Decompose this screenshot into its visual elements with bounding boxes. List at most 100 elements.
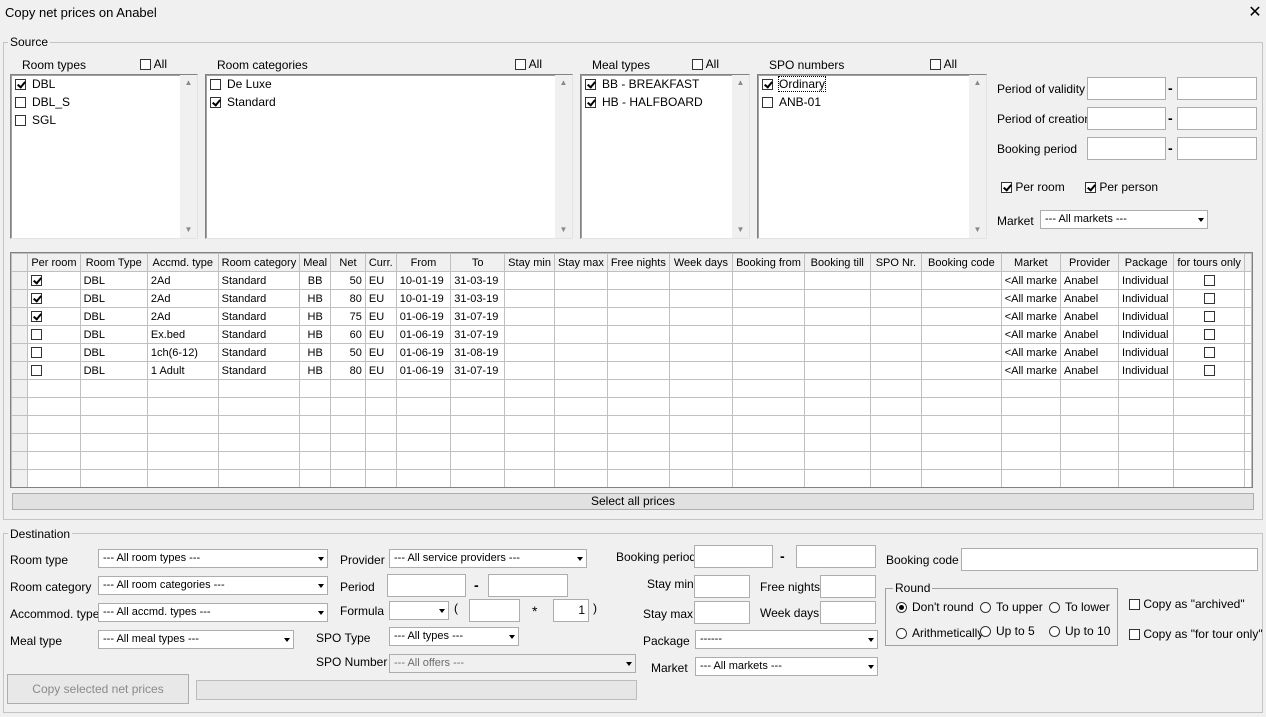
table-cell[interactable]: Individual <box>1118 307 1175 326</box>
table-cell[interactable] <box>606 307 670 326</box>
room-types-scrollbar[interactable]: ▲ ▼ <box>180 75 197 238</box>
table-cell[interactable]: BB <box>299 271 332 290</box>
table-cell[interactable]: Individual <box>1118 289 1175 308</box>
row-indicator[interactable] <box>11 379 29 398</box>
source.room_types-item[interactable]: SGL <box>11 111 197 129</box>
table-cell[interactable] <box>1059 397 1120 416</box>
free-nights-input[interactable] <box>820 575 876 598</box>
table-cell[interactable] <box>668 451 734 470</box>
table-cell[interactable] <box>146 415 219 434</box>
table-cell[interactable] <box>330 469 366 487</box>
dest-package-select[interactable]: ------ <box>695 630 878 649</box>
validity-to-input[interactable] <box>1177 77 1257 100</box>
table-cell[interactable] <box>1173 307 1245 326</box>
table-cell[interactable] <box>1173 433 1245 452</box>
table-cell[interactable] <box>732 433 805 452</box>
table-cell[interactable]: Standard <box>217 289 301 308</box>
table-cell[interactable]: DBL <box>79 289 148 308</box>
table-cell[interactable]: DBL <box>79 343 148 362</box>
table-cell[interactable]: DBL <box>79 325 148 344</box>
table-cell[interactable] <box>1244 433 1252 452</box>
table-cell[interactable] <box>330 397 366 416</box>
source.room_types-item[interactable]: DBL_S <box>11 93 197 111</box>
table-cell[interactable] <box>27 325 81 344</box>
table-cell[interactable] <box>299 379 332 398</box>
table-cell[interactable] <box>732 307 805 326</box>
table-cell[interactable] <box>921 379 1002 398</box>
column-header[interactable]: Market <box>1000 253 1061 272</box>
table-cell[interactable] <box>921 361 1002 380</box>
table-cell[interactable] <box>1173 415 1245 434</box>
table-cell[interactable] <box>504 343 555 362</box>
table-cell[interactable] <box>27 415 81 434</box>
table-cell[interactable]: HB <box>299 307 332 326</box>
table-cell[interactable]: Standard <box>217 325 301 344</box>
table-cell[interactable] <box>732 271 805 290</box>
table-cell[interactable]: <All marke <box>1000 361 1061 380</box>
column-header[interactable]: Curr. <box>364 253 397 272</box>
row-indicator[interactable] <box>11 415 29 434</box>
dest-accommod-type-select[interactable]: --- All accmd. types --- <box>98 603 328 622</box>
table-cell[interactable]: EU <box>364 361 397 380</box>
room-types-list[interactable]: DBL DBL_S SGL ▲ ▼ <box>10 74 198 239</box>
table-cell[interactable]: 10-01-19 <box>395 289 452 308</box>
select-all-prices-button[interactable]: Select all prices <box>12 493 1254 510</box>
table-cell[interactable] <box>450 433 506 452</box>
table-cell[interactable]: 80 <box>330 289 366 308</box>
round-arithmetically-radio[interactable]: Arithmetically <box>896 626 983 640</box>
table-cell[interactable]: 2Ad <box>146 289 219 308</box>
table-cell[interactable] <box>553 469 608 487</box>
table-cell[interactable] <box>504 271 555 290</box>
column-header[interactable]: SPO Nr. <box>869 253 923 272</box>
table-cell[interactable] <box>79 469 148 487</box>
table-cell[interactable] <box>553 307 608 326</box>
table-cell[interactable] <box>330 379 366 398</box>
table-cell[interactable] <box>553 451 608 470</box>
table-cell[interactable]: Anabel <box>1059 325 1120 344</box>
table-cell[interactable] <box>921 289 1002 308</box>
table-cell[interactable] <box>1118 379 1175 398</box>
table-cell[interactable] <box>330 415 366 434</box>
table-cell[interactable] <box>504 433 555 452</box>
table-cell[interactable] <box>217 469 301 487</box>
table-cell[interactable] <box>1173 271 1245 290</box>
table-cell[interactable] <box>395 415 452 434</box>
table-cell[interactable] <box>27 451 81 470</box>
row-indicator[interactable] <box>11 433 29 452</box>
table-cell[interactable]: 2Ad <box>146 271 219 290</box>
table-cell[interactable] <box>921 325 1002 344</box>
table-cell[interactable] <box>1244 397 1252 416</box>
table-cell[interactable] <box>921 271 1002 290</box>
table-cell[interactable] <box>606 415 670 434</box>
table-cell[interactable]: 01-06-19 <box>395 307 452 326</box>
table-cell[interactable]: <All marke <box>1000 325 1061 344</box>
table-cell[interactable] <box>921 469 1002 487</box>
table-cell[interactable] <box>869 451 923 470</box>
table-cell[interactable] <box>146 397 219 416</box>
table-cell[interactable]: Standard <box>217 307 301 326</box>
close-icon[interactable]: ✕ <box>1246 2 1264 22</box>
dest-period-from-input[interactable] <box>387 574 466 597</box>
cell-checkbox[interactable] <box>1203 275 1215 287</box>
table-cell[interactable]: <All marke <box>1000 343 1061 362</box>
table-cell[interactable]: 01-06-19 <box>395 343 452 362</box>
table-cell[interactable]: <All marke <box>1000 289 1061 308</box>
table-cell[interactable] <box>606 397 670 416</box>
column-header[interactable]: Meal <box>299 253 332 272</box>
cell-checkbox[interactable] <box>1203 365 1215 377</box>
table-cell[interactable]: 50 <box>330 343 366 362</box>
table-cell[interactable]: 31-07-19 <box>450 307 506 326</box>
cell-checkbox[interactable] <box>31 365 43 377</box>
spo-numbers-list[interactable]: Ordinary ANB-01 ▲ ▼ <box>757 74 987 239</box>
table-cell[interactable] <box>606 379 670 398</box>
table-cell[interactable]: Standard <box>217 361 301 380</box>
source.meal_types-item[interactable]: BB - BREAKFAST <box>581 75 749 93</box>
table-cell[interactable] <box>921 397 1002 416</box>
table-cell[interactable] <box>504 415 555 434</box>
room-categories-all-checkbox[interactable]: All <box>515 57 542 71</box>
table-cell[interactable] <box>606 469 670 487</box>
table-cell[interactable] <box>1118 397 1175 416</box>
table-cell[interactable] <box>553 325 608 344</box>
table-cell[interactable] <box>1173 289 1245 308</box>
source.room_types-item[interactable]: DBL <box>11 75 197 93</box>
